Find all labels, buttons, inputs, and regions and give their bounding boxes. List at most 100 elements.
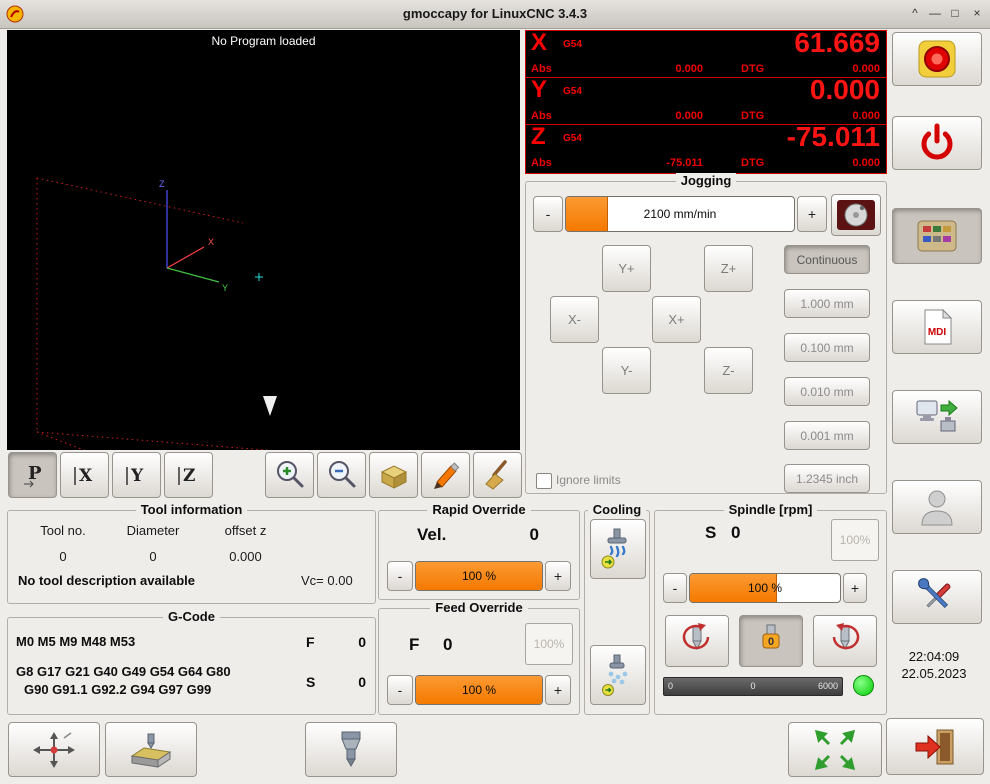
dro-x-dtg-label: DTG (741, 63, 764, 75)
spindle-s-value: 0 (731, 523, 740, 543)
machine-on-button[interactable] (892, 116, 982, 170)
dro-x-abs-label: Abs (531, 63, 552, 75)
rapid-override-slider[interactable]: 100 % (415, 561, 543, 591)
cooling-title: Cooling (585, 502, 649, 517)
fullscreen-button[interactable] (788, 722, 882, 777)
pencil-icon (429, 458, 463, 492)
active-g-codes-line2: G90 G91.1 G92.2 G94 G97 G99 (24, 682, 211, 697)
flood-icon (598, 527, 638, 571)
tool-measure-button[interactable] (305, 722, 397, 777)
tool-chuck-icon (328, 729, 374, 771)
increment-0001mm-button[interactable]: 0.001 mm (784, 421, 870, 450)
handwheel-button[interactable] (831, 194, 881, 236)
zoom-out-button[interactable] (317, 452, 366, 498)
jogging-panel: Jogging - 2100 mm/min + Y+ Z+ X- X+ Y- Z… (525, 181, 887, 494)
view-x-button[interactable]: X (60, 452, 109, 498)
dro-y-dtg-label: DTG (741, 110, 764, 122)
zoom-in-button[interactable] (265, 452, 314, 498)
ignore-limits-label: Ignore limits (556, 473, 621, 487)
rapid-vel-label: Vel. (417, 525, 446, 545)
jog-z-minus-button[interactable]: Z- (704, 347, 753, 394)
edit-offsets-button[interactable] (421, 452, 470, 498)
clock: 22:04:09 22.05.2023 (886, 648, 982, 682)
clear-plot-button[interactable] (473, 452, 522, 498)
diameter-value: 0 (118, 549, 188, 564)
increment-1mm-button[interactable]: 1.000 mm (784, 289, 870, 318)
dro-z-system: G54 (563, 133, 582, 144)
toggle-dimensions-button[interactable] (369, 452, 418, 498)
jog-speed-slider[interactable]: 2100 mm/min (565, 196, 795, 232)
dro-z-dtg-value: 0.000 (852, 157, 880, 169)
dro-y-abs-value: 0.000 (589, 110, 703, 122)
touch-off-icon (31, 730, 77, 770)
machine-transfer-icon (915, 397, 959, 437)
block-height-button[interactable] (105, 722, 197, 777)
rapid-plus-button[interactable]: + (545, 561, 571, 591)
x-axis-label: X (208, 237, 214, 247)
dro-axis-z[interactable]: Z G54 -75.011 Abs -75.011 DTG 0.000 (526, 125, 886, 171)
rapid-override-title: Rapid Override (379, 502, 579, 517)
dro-axis-x[interactable]: X G54 61.669 Abs 0.000 DTG 0.000 (526, 31, 886, 78)
mist-coolant-button[interactable] (590, 645, 646, 705)
jog-y-minus-button[interactable]: Y- (602, 347, 651, 394)
jog-x-plus-button[interactable]: X+ (652, 296, 701, 343)
mdi-icon-label: MDI (928, 327, 947, 338)
user-settings-button[interactable] (892, 480, 982, 534)
mdi-icon: MDI (919, 307, 955, 347)
spindle-override-slider[interactable]: 100 % (689, 573, 841, 603)
flood-coolant-button[interactable] (590, 519, 646, 579)
ignore-limits-checkbox[interactable] (536, 473, 552, 489)
exit-button[interactable] (886, 718, 984, 775)
spindle-ccw-icon (675, 621, 719, 661)
spindle-slider-value: 100 % (690, 581, 840, 595)
perspective-letter: P (28, 463, 42, 484)
settings-button[interactable] (892, 570, 982, 624)
maximize-button[interactable]: □ (946, 5, 964, 23)
spindle-cw-button[interactable] (813, 615, 877, 667)
feed-override-slider[interactable]: 100 % (415, 675, 543, 705)
increment-continuous-button[interactable]: Continuous (784, 245, 870, 274)
jog-speed-plus-button[interactable]: + (797, 196, 827, 232)
z-axis-label: Z (159, 179, 165, 189)
power-icon (917, 122, 957, 164)
jog-z-plus-button[interactable]: Z+ (704, 245, 753, 292)
feed-minus-button[interactable]: - (387, 675, 413, 705)
spindle-minus-button[interactable]: - (663, 573, 687, 603)
spindle-stop-button[interactable]: 0 (739, 615, 803, 667)
increment-01mm-button[interactable]: 0.100 mm (784, 333, 870, 362)
auto-mode-button[interactable] (892, 390, 982, 444)
active-m-codes: M0 M5 M9 M48 M53 (16, 634, 135, 649)
close-button[interactable]: × (968, 5, 986, 23)
feed-plus-button[interactable]: + (545, 675, 571, 705)
diameter-header: Diameter (118, 523, 188, 538)
rapid-minus-button[interactable]: - (387, 561, 413, 591)
vc-value: Vc= 0.00 (301, 573, 353, 588)
feed-percent-indicator: 100% (525, 623, 573, 665)
dro-axis-y[interactable]: Y G54 0.000 Abs 0.000 DTG 0.000 (526, 78, 886, 125)
touch-off-button[interactable] (8, 722, 100, 777)
increment-001mm-button[interactable]: 0.010 mm (784, 377, 870, 406)
view-y-button[interactable]: Y (112, 452, 161, 498)
jog-y-plus-button[interactable]: Y+ (602, 245, 651, 292)
minimize-button[interactable]: — (926, 5, 944, 23)
x-axis-line (167, 247, 204, 268)
perspective-icon: P (17, 459, 49, 491)
manual-mode-button[interactable] (892, 208, 982, 264)
spindle-plus-button[interactable]: + (843, 573, 867, 603)
estop-button[interactable] (892, 32, 982, 86)
jog-x-minus-button[interactable]: X- (550, 296, 599, 343)
titlebar: gmoccapy for LinuxCNC 3.4.3 ^ — □ × (0, 0, 990, 29)
view-perspective-button[interactable]: P (8, 452, 57, 498)
gremlin-preview[interactable]: No Program loaded Z X Y (7, 30, 520, 450)
spindle-ccw-button[interactable] (665, 615, 729, 667)
view-z-button[interactable]: Z (164, 452, 213, 498)
tool-cone (263, 396, 277, 416)
mist-icon (598, 653, 638, 697)
cooling-panel: Cooling (584, 510, 650, 715)
view-x-letter: X (79, 466, 93, 486)
s-value: 0 (328, 674, 366, 690)
increment-inch-button[interactable]: 1.2345 inch (784, 464, 870, 493)
mdi-mode-button[interactable]: MDI (892, 300, 982, 354)
jog-speed-minus-button[interactable]: - (533, 196, 563, 232)
shade-button[interactable]: ^ (906, 5, 924, 23)
